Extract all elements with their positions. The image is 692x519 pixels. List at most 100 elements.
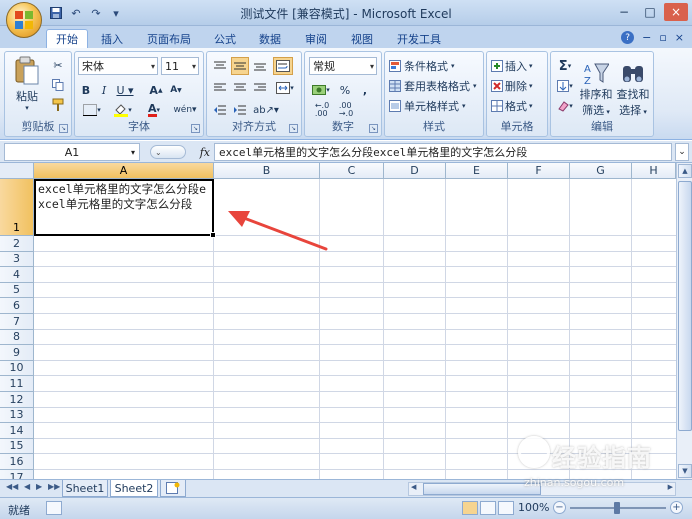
underline-button[interactable]: U ▾	[114, 82, 136, 98]
copy-icon[interactable]	[49, 76, 67, 94]
number-format-combo[interactable]: 常规 ▾	[309, 57, 377, 75]
column-header-b[interactable]: B	[214, 163, 320, 179]
sheet-tab-sheet2[interactable]: Sheet2	[110, 480, 158, 497]
column-header-f[interactable]: F	[508, 163, 570, 179]
align-center-icon[interactable]	[231, 79, 249, 97]
orientation-icon[interactable]: ab↗▾	[253, 101, 279, 119]
grow-font-button[interactable]: A ▲	[147, 82, 165, 98]
accounting-format-icon[interactable]: ▾	[309, 82, 333, 98]
workbook-minimize-button[interactable]: −	[642, 31, 651, 44]
font-size-combo[interactable]: 11 ▾	[161, 57, 199, 75]
fill-icon[interactable]: ▾	[555, 77, 575, 95]
number-launcher-icon[interactable]: ↘	[369, 124, 378, 133]
paste-button[interactable]: 粘贴 ▾	[9, 56, 45, 112]
normal-view-icon[interactable]	[462, 501, 478, 515]
font-color-button[interactable]: A ▾	[141, 102, 167, 118]
select-all-corner[interactable]	[0, 163, 34, 179]
format-cells-button[interactable]: 格式 ▾	[491, 97, 547, 115]
column-header-e[interactable]: E	[446, 163, 508, 179]
office-button[interactable]	[6, 2, 42, 38]
conditional-format-button[interactable]: 条件格式 ▾	[389, 57, 483, 75]
cell-a1[interactable]: excel单元格里的文字怎么分段excel单元格里的文字怎么分段	[34, 179, 216, 238]
macro-record-icon[interactable]	[46, 501, 62, 515]
delete-cells-button[interactable]: 删除 ▾	[491, 77, 547, 95]
column-header-c[interactable]: C	[320, 163, 384, 179]
fill-handle[interactable]	[210, 232, 216, 238]
row-header[interactable]: 5	[0, 282, 34, 299]
next-sheet-icon[interactable]: ▶	[36, 482, 42, 491]
maximize-button[interactable]: □	[638, 3, 662, 21]
scroll-down-icon[interactable]: ▼	[678, 464, 692, 478]
font-launcher-icon[interactable]: ↘	[191, 124, 200, 133]
row-header[interactable]: 9	[0, 345, 34, 361]
percent-icon[interactable]: %	[337, 82, 353, 98]
format-painter-icon[interactable]	[49, 96, 67, 114]
row-header[interactable]: 12	[0, 392, 34, 408]
bold-button[interactable]: B	[78, 82, 94, 98]
tab-insert[interactable]: 插入	[94, 29, 130, 48]
increase-indent-icon[interactable]	[231, 101, 249, 119]
align-left-icon[interactable]	[211, 79, 229, 97]
row-header[interactable]: 17	[0, 470, 34, 479]
sheet-tab-sheet1[interactable]: Sheet1	[62, 480, 108, 497]
close-button[interactable]: ×	[664, 3, 688, 21]
column-header-d[interactable]: D	[384, 163, 446, 179]
workbook-restore-button[interactable]: ▫	[659, 31, 666, 44]
tab-page-layout[interactable]: 页面布局	[140, 29, 198, 48]
tab-home[interactable]: 开始	[46, 29, 88, 48]
wrap-text-icon[interactable]	[273, 57, 293, 75]
worksheet-grid[interactable]: A B C D E F G H 1 2 3 4 5 6 7 8 9 10 11 …	[0, 163, 676, 479]
horizontal-scrollbar[interactable]: ◀ ▶	[408, 482, 676, 496]
insert-cells-button[interactable]: 插入 ▾	[491, 57, 547, 75]
row-header[interactable]: 15	[0, 438, 34, 455]
tab-review[interactable]: 审阅	[298, 29, 334, 48]
sort-filter-button[interactable]: AZ 排序和 筛选 ▾	[579, 56, 613, 122]
find-select-button[interactable]: 查找和 选择 ▾	[615, 56, 651, 122]
align-right-icon[interactable]	[251, 79, 269, 97]
page-layout-view-icon[interactable]	[480, 501, 496, 515]
align-top-icon[interactable]	[211, 57, 229, 75]
font-name-combo[interactable]: 宋体 ▾	[78, 57, 158, 75]
formula-input[interactable]: excel单元格里的文字怎么分段excel单元格里的文字怎么分段	[214, 143, 672, 161]
tab-formulas[interactable]: 公式	[208, 29, 242, 48]
insert-function-icon[interactable]: fx	[200, 146, 210, 159]
row-header[interactable]: 1	[0, 179, 34, 236]
italic-button[interactable]: I	[96, 82, 112, 98]
tab-view[interactable]: 视图	[344, 29, 380, 48]
prev-sheet-icon[interactable]: ◀	[24, 482, 30, 491]
insert-sheet-icon[interactable]	[160, 480, 186, 497]
row-header[interactable]: 7	[0, 314, 34, 330]
cut-icon[interactable]: ✂	[49, 56, 67, 74]
column-header-a[interactable]: A	[34, 163, 214, 179]
cell-styles-button[interactable]: 单元格样式 ▾	[389, 97, 483, 115]
decrease-indent-icon[interactable]	[211, 101, 229, 119]
phonetic-button[interactable]: wén▾	[171, 102, 199, 118]
zoom-in-icon[interactable]: +	[670, 501, 683, 514]
clear-icon[interactable]: ▾	[555, 97, 575, 115]
tab-data[interactable]: 数据	[252, 29, 288, 48]
row-header[interactable]: 6	[0, 298, 34, 314]
alignment-launcher-icon[interactable]: ↘	[289, 124, 298, 133]
row-header[interactable]: 8	[0, 329, 34, 346]
merge-center-icon[interactable]: ▾	[273, 79, 297, 97]
column-header-h[interactable]: H	[632, 163, 676, 179]
decrease-decimal-icon[interactable]: .00 →.0	[335, 102, 357, 118]
tab-developer[interactable]: 开发工具	[390, 29, 448, 48]
clipboard-launcher-icon[interactable]: ↘	[59, 124, 68, 133]
comma-style-icon[interactable]: ,	[357, 82, 373, 98]
zoom-out-icon[interactable]: −	[553, 501, 566, 514]
shrink-font-button[interactable]: A ▼	[167, 82, 185, 98]
row-header[interactable]: 10	[0, 360, 34, 377]
zoom-slider[interactable]: − +	[553, 501, 683, 515]
vertical-scroll-thumb[interactable]	[678, 181, 692, 431]
first-sheet-icon[interactable]: ◀◀	[6, 482, 18, 491]
row-header[interactable]: 11	[0, 376, 34, 392]
zoom-level[interactable]: 100%	[518, 501, 549, 514]
last-sheet-icon[interactable]: ▶▶	[48, 482, 60, 491]
row-header[interactable]: 3	[0, 251, 34, 268]
name-box[interactable]: A1 ▾	[4, 143, 140, 161]
row-header[interactable]: 16	[0, 454, 34, 470]
expand-formula-bar-icon[interactable]: ⌄	[675, 143, 689, 161]
row-header[interactable]: 13	[0, 407, 34, 424]
page-break-view-icon[interactable]	[498, 501, 514, 515]
